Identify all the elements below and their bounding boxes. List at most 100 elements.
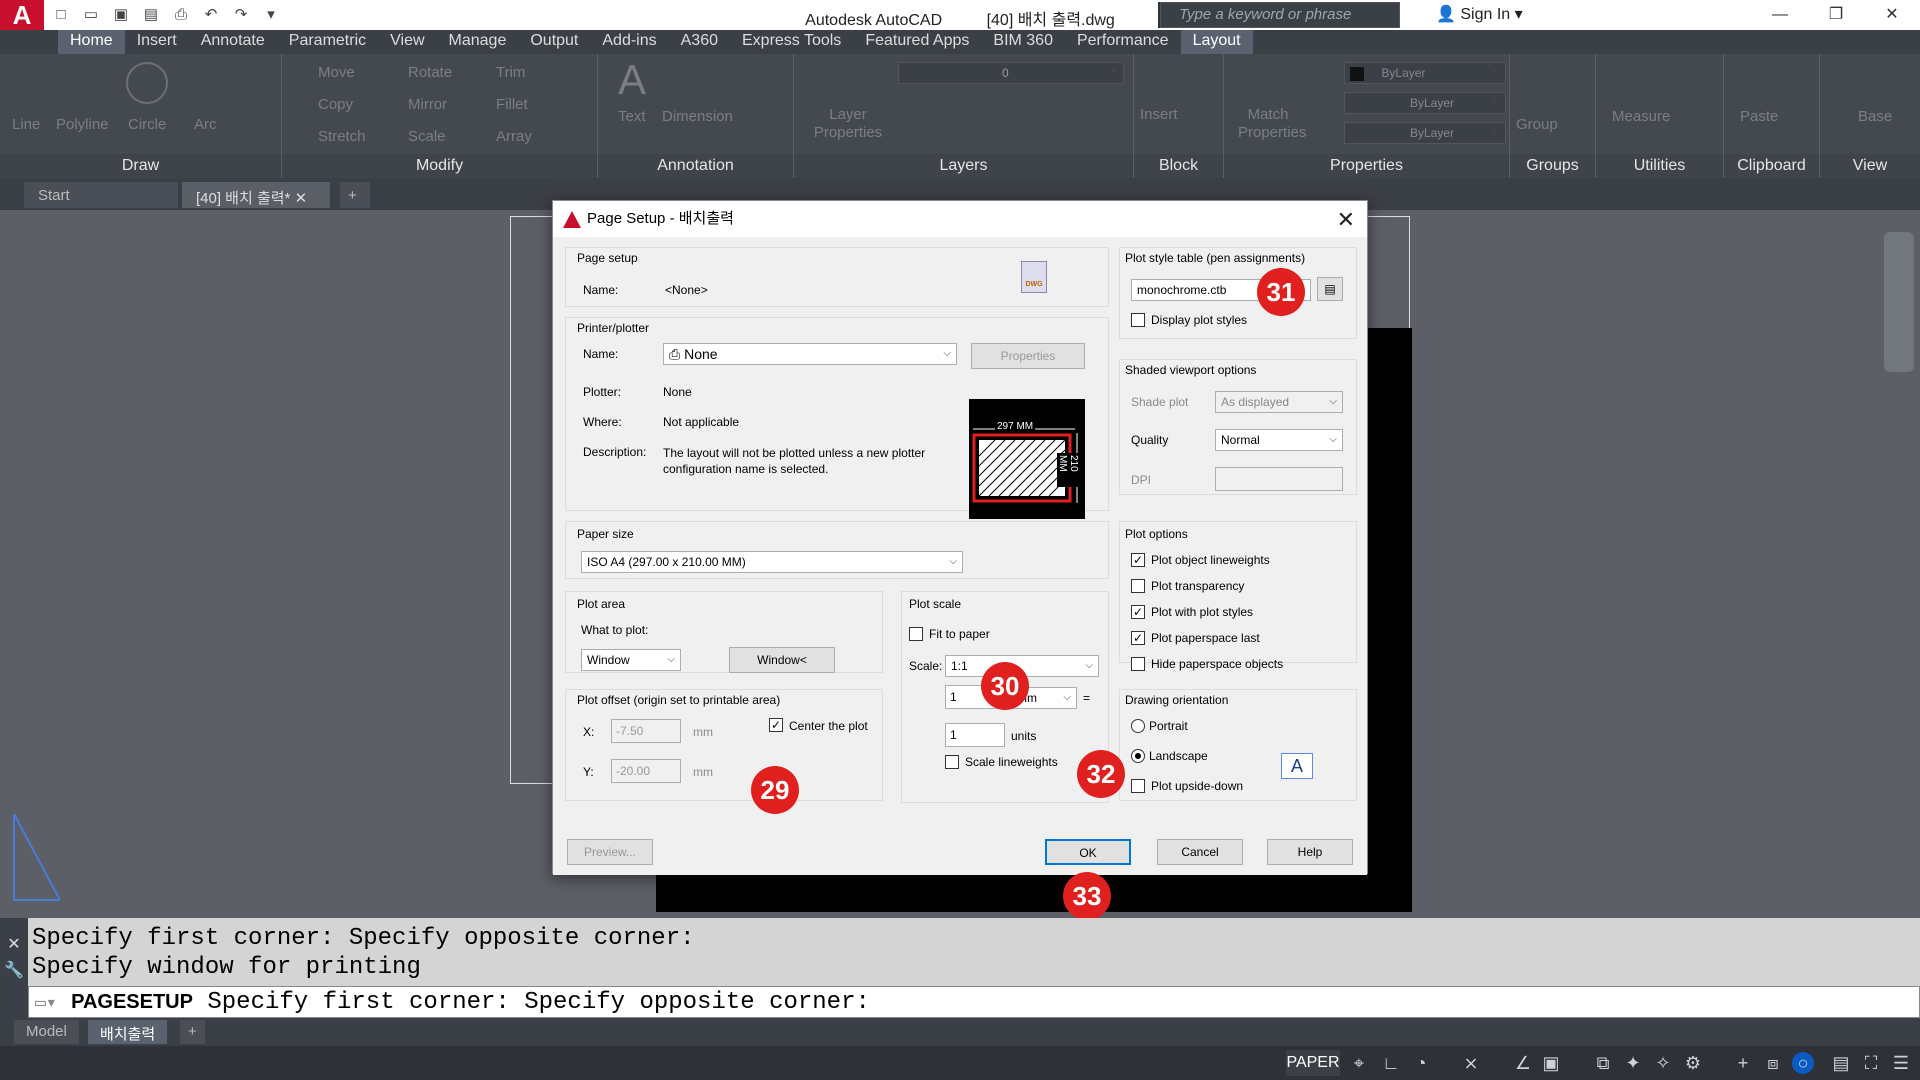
tab-layout[interactable]: Layout — [1180, 30, 1253, 54]
shade-plot-select[interactable]: As displayed ⌵ — [1215, 391, 1343, 413]
arc-tool[interactable]: Arc — [194, 116, 217, 133]
plus-icon[interactable]: + — [1732, 1052, 1754, 1074]
array-tool[interactable]: Array — [496, 128, 532, 145]
tab-bim-360[interactable]: BIM 360 — [981, 30, 1065, 54]
tab-insert[interactable]: Insert — [125, 30, 189, 54]
dimension-tool[interactable]: Dimension — [662, 108, 733, 125]
portrait-radio[interactable] — [1131, 719, 1145, 733]
paste-tool[interactable]: Paste — [1740, 108, 1778, 125]
polar-icon[interactable]: ◔ — [1410, 1052, 1432, 1074]
plot-with-plot-styles-checkbox[interactable]: ✓ — [1131, 605, 1145, 619]
lineweight-dropdown[interactable]: ByLayer ▼ — [1344, 122, 1506, 144]
display-plot-styles-checkbox[interactable] — [1131, 313, 1145, 327]
layout-tab-current[interactable]: 배치출력 — [88, 1020, 168, 1044]
cancel-button[interactable]: Cancel — [1157, 839, 1243, 865]
polyline-tool[interactable]: Polyline — [56, 116, 109, 133]
draw-panel-title[interactable]: Draw — [0, 154, 281, 178]
mirror-tool[interactable]: Mirror — [408, 96, 447, 113]
ortho-icon[interactable]: ∟ — [1380, 1052, 1402, 1074]
document-tab-current[interactable]: [40] 배치 출력* ✕ — [182, 182, 330, 208]
groups-panel-title[interactable]: Groups — [1510, 154, 1595, 178]
fullscreen-icon[interactable]: ⛶ — [1860, 1052, 1882, 1074]
selection-cycling-icon[interactable]: ⧉ — [1592, 1052, 1614, 1074]
circle-tool[interactable]: Circle — [128, 116, 166, 133]
preview-button[interactable]: Preview... — [567, 839, 653, 865]
landscape-radio[interactable] — [1131, 749, 1145, 763]
restore-icon[interactable]: ❐ — [1808, 0, 1864, 30]
tab-annotate[interactable]: Annotate — [189, 30, 277, 54]
line-tool[interactable]: Line — [12, 116, 40, 133]
plot-transparency-checkbox[interactable] — [1131, 579, 1145, 593]
tab-performance[interactable]: Performance — [1065, 30, 1181, 54]
circle-icon[interactable] — [126, 62, 168, 104]
modify-panel-title[interactable]: Modify — [282, 154, 597, 178]
group-tool[interactable]: Group — [1516, 116, 1558, 133]
tab-manage[interactable]: Manage — [437, 30, 519, 54]
layers-panel-title[interactable]: Layers — [794, 154, 1133, 178]
scale-lineweights-checkbox[interactable] — [945, 755, 959, 769]
window-button[interactable]: Window< — [729, 647, 835, 673]
dialog-close-icon[interactable]: ✕ — [1337, 207, 1355, 233]
text-icon[interactable]: A — [618, 56, 646, 104]
paper-space-toggle[interactable]: PAPER — [1286, 1050, 1340, 1076]
navigation-bar[interactable] — [1884, 232, 1914, 372]
osnap-icon[interactable]: ⨯ — [1460, 1052, 1482, 1074]
search-input[interactable]: Type a keyword or phrase — [1160, 2, 1400, 28]
plot-paperspace-last-checkbox[interactable]: ✓ — [1131, 631, 1145, 645]
offset-x-input[interactable]: -7.50 — [611, 719, 681, 743]
printer-properties-button[interactable]: Properties — [971, 343, 1085, 369]
layer-dropdown[interactable]: 0 ▼ — [898, 62, 1124, 84]
lineweight-icon[interactable]: ∠ — [1512, 1052, 1534, 1074]
quality-select[interactable]: Normal ⌵ — [1215, 429, 1343, 451]
plot-style-edit-icon[interactable]: ▤ — [1317, 277, 1343, 301]
annotation-panel-title[interactable]: Annotation — [598, 154, 793, 178]
stretch-tool[interactable]: Stretch — [318, 128, 366, 145]
block-panel-title[interactable]: Block — [1134, 154, 1223, 178]
annotation-scale-icon[interactable]: ✦ — [1622, 1052, 1644, 1074]
fit-to-paper-checkbox[interactable] — [909, 627, 923, 641]
model-tab[interactable]: Model — [14, 1020, 79, 1044]
quick-properties-icon[interactable]: ⧈ — [1762, 1052, 1784, 1074]
transparency-icon[interactable]: ▣ — [1540, 1052, 1562, 1074]
base-tool[interactable]: Base — [1858, 108, 1892, 125]
view-panel-title[interactable]: View — [1820, 154, 1920, 178]
measure-tool[interactable]: Measure — [1612, 108, 1670, 125]
tab-output[interactable]: Output — [518, 30, 590, 54]
layer-properties-tool[interactable]: Layer Properties — [808, 106, 888, 142]
scale-drawing-input[interactable]: 1 — [945, 723, 1005, 747]
plot-object-lineweights-checkbox[interactable]: ✓ — [1131, 553, 1145, 567]
dpi-input[interactable] — [1215, 467, 1343, 491]
paper-size-select[interactable]: ISO A4 (297.00 x 210.00 MM) ⌵ — [581, 551, 963, 573]
tab-featured-apps[interactable]: Featured Apps — [853, 30, 981, 54]
new-tab-icon[interactable]: + — [340, 182, 370, 208]
hide-paperspace-objects-checkbox[interactable] — [1131, 657, 1145, 671]
minimize-icon[interactable]: — — [1752, 0, 1808, 30]
sign-in-button[interactable]: 👤 Sign In ▾ — [1436, 4, 1523, 24]
printer-name-select[interactable]: ⎙ None ⌵ — [663, 343, 957, 365]
clipboard-panel-title[interactable]: Clipboard — [1724, 154, 1819, 178]
move-tool[interactable]: Move — [318, 64, 355, 81]
gear-icon[interactable]: ⚙ — [1682, 1052, 1704, 1074]
trim-tool[interactable]: Trim — [496, 64, 525, 81]
help-button[interactable]: Help — [1267, 839, 1353, 865]
hamburger-menu-icon[interactable]: ☰ — [1890, 1052, 1912, 1074]
snap-icon[interactable]: ⌖ — [1348, 1052, 1370, 1074]
utilities-panel-title[interactable]: Utilities — [1596, 154, 1723, 178]
tab-a360[interactable]: A360 — [669, 30, 730, 54]
scale-tool[interactable]: Scale — [408, 128, 446, 145]
tab-add-ins[interactable]: Add-ins — [590, 30, 668, 54]
linetype-dropdown[interactable]: ByLayer ▼ — [1344, 92, 1506, 114]
start-tab[interactable]: Start — [24, 182, 178, 208]
isolate-objects-icon[interactable]: ○ — [1792, 1052, 1814, 1074]
match-properties-tool[interactable]: Match Properties — [1238, 106, 1306, 142]
insert-tool[interactable]: Insert — [1140, 106, 1178, 123]
command-line-input[interactable]: ▭▾ PAGESETUP Specify first corner: Speci… — [28, 986, 1920, 1018]
customize-command-icon[interactable]: 🔧 — [0, 960, 28, 980]
add-layout-icon[interactable]: + — [180, 1020, 205, 1044]
tab-home[interactable]: Home — [58, 30, 125, 54]
properties-panel-title[interactable]: Properties — [1224, 154, 1509, 178]
copy-tool[interactable]: Copy — [318, 96, 353, 113]
offset-y-input[interactable]: -20.00 — [611, 759, 681, 783]
tab-parametric[interactable]: Parametric — [277, 30, 378, 54]
plot-upside-down-checkbox[interactable] — [1131, 779, 1145, 793]
